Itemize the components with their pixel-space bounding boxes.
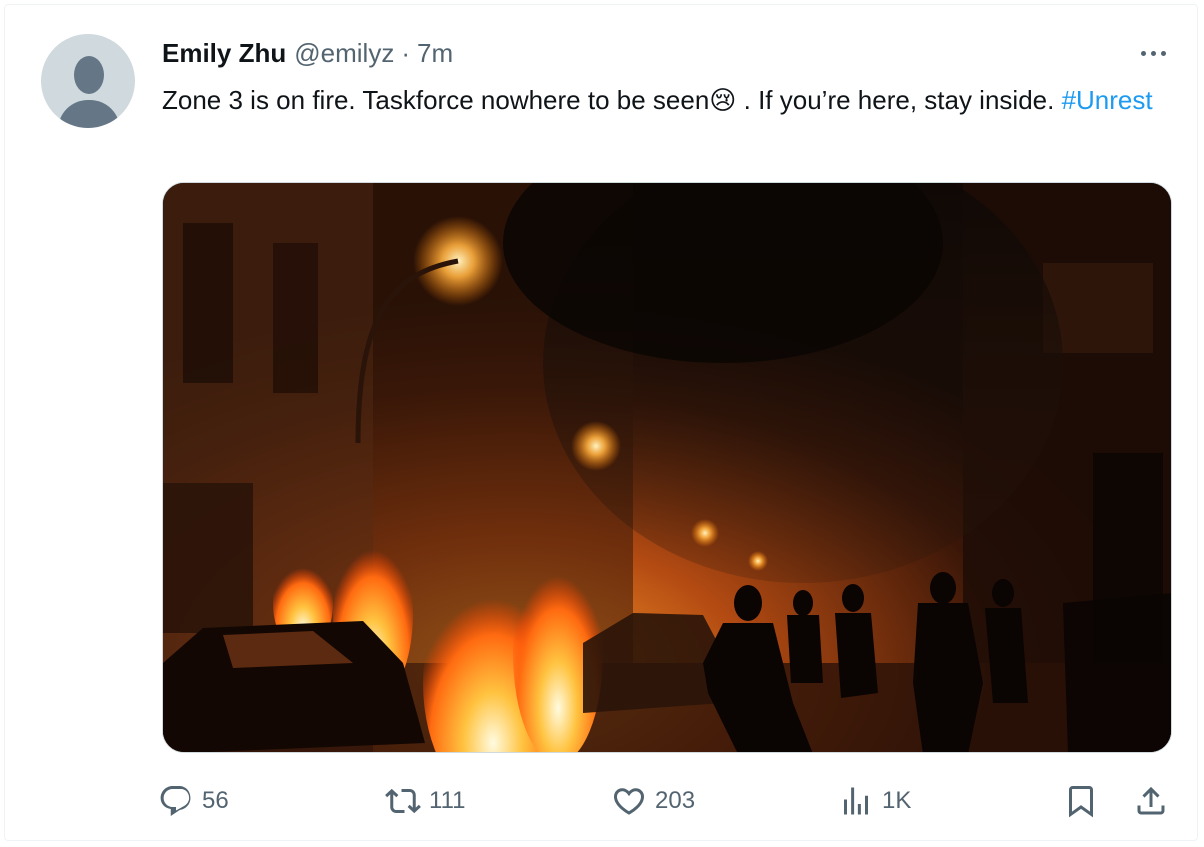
- views-count: 1K: [882, 787, 912, 814]
- share-button[interactable]: [1133, 777, 1169, 825]
- retweet-icon: [385, 788, 421, 814]
- views-button[interactable]: 1K: [838, 777, 911, 825]
- timestamp[interactable]: 7m: [417, 38, 453, 69]
- like-count: 203: [655, 787, 696, 814]
- reply-icon: [160, 786, 191, 816]
- bookmark-button[interactable]: [1063, 777, 1099, 825]
- more-icon: [1140, 50, 1146, 56]
- more-options-button[interactable]: [1131, 35, 1175, 71]
- retweet-button[interactable]: 111: [385, 777, 465, 825]
- hashtag-link[interactable]: #Unrest: [1062, 85, 1153, 115]
- tweet-media-photo[interactable]: [162, 182, 1172, 753]
- tweet-text-main: Zone 3 is on fire. Taskforce nowhere to …: [162, 85, 710, 115]
- heart-icon: [613, 788, 645, 815]
- separator-dot: ·: [401, 38, 410, 68]
- avatar[interactable]: [41, 34, 135, 128]
- street-fire-photo: [163, 183, 1171, 752]
- share-icon: [1137, 786, 1165, 815]
- tweet-header: Emily Zhu @emilyz · 7m: [162, 38, 453, 72]
- display-name[interactable]: Emily Zhu: [162, 38, 286, 69]
- tweet-text: Zone 3 is on fire. Taskforce nowhere to …: [162, 81, 1162, 119]
- crying-emoji: 😢: [709, 85, 737, 115]
- tweet-text-rest: . If you’re here, stay inside.: [736, 85, 1062, 115]
- more-icon-dot: [1160, 50, 1166, 56]
- reply-count: 56: [202, 787, 229, 814]
- more-icon-dot: [1150, 50, 1156, 56]
- tweet-card[interactable]: Emily Zhu @emilyz · 7m Zone 3 is on fire…: [4, 4, 1198, 841]
- like-button[interactable]: 203: [611, 777, 695, 825]
- bookmark-icon: [1069, 786, 1093, 818]
- retweet-count: 111: [429, 787, 466, 814]
- action-bar: 56 111 203 1K: [5, 777, 1199, 825]
- avatar-head: [74, 56, 104, 94]
- user-handle[interactable]: @emilyz: [294, 38, 394, 69]
- views-icon: [844, 787, 868, 815]
- reply-button[interactable]: 56: [158, 777, 229, 825]
- avatar-shoulders: [58, 100, 120, 128]
